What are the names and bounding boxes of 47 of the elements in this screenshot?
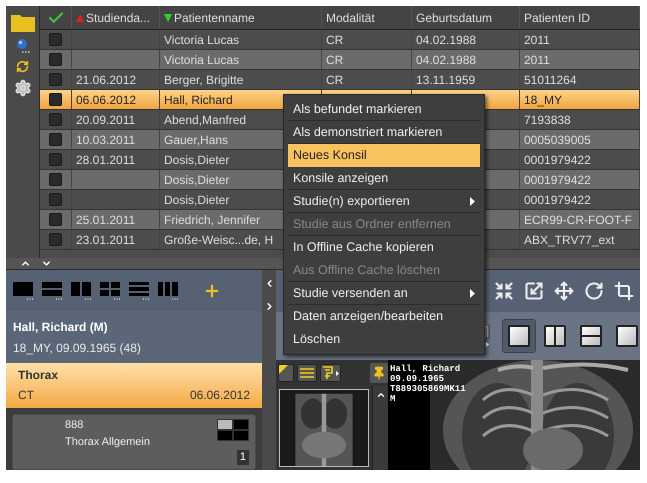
table-cell-text: 23.01.2011 (76, 232, 136, 248)
table-cell-text: 51011264 (524, 72, 576, 88)
table-cell-text: 20.09.2011 (76, 112, 136, 128)
table-cell-text: 7193838 (524, 112, 571, 128)
table-cell-text: 21.06.2012 (76, 72, 136, 88)
table-cell-text: Dosis,Dieter (164, 192, 230, 208)
table-cell-text: ECR99-CR-FOOT-F (524, 212, 632, 228)
table-cell-text: Victoria Lucas (164, 32, 240, 48)
study-date: 06.06.2012 (190, 387, 250, 404)
table-cell-text: 2011 (524, 52, 550, 68)
table-cell-text: Große-Weisc...de, H (164, 232, 274, 248)
table-cell-text: Dosis,Dieter (164, 172, 230, 188)
table-cell-text: Friedrich, Jennifer (164, 212, 260, 228)
table-cell-text: CR (326, 72, 344, 88)
table-cell-text: CR (326, 52, 344, 68)
overlay-text: T889305869MK11 (390, 384, 466, 394)
table-cell-text: 2011 (524, 32, 550, 48)
series-number: 888 (65, 418, 84, 433)
table-cell-text: Dosis,Dieter (164, 152, 230, 168)
table-cell-text: CR (326, 32, 344, 48)
table-cell-text: 04.02.1988 (416, 32, 476, 48)
table-cell-text: 18_MY (524, 92, 562, 108)
table-cell-text: 0001979422 (524, 192, 591, 208)
image-count: 1 (236, 450, 249, 465)
table-cell-text: 04.02.1988 (416, 52, 476, 68)
study-modality: CT (18, 387, 34, 404)
series-description: Thorax Allgemein (65, 434, 151, 450)
table-cell-text: 0001979422 (524, 152, 591, 168)
overlay-text: 09.09.1965 (390, 374, 446, 384)
table-cell-text: 13.11.1959 (416, 72, 476, 88)
table-cell-text: Abend,Manfred (164, 112, 246, 128)
table-cell-text: Gauer,Hans (164, 132, 228, 148)
table-cell-text: 25.01.2011 (76, 212, 136, 228)
overlay-text: M (390, 394, 396, 404)
patient-name: Hall, Richard (M) (13, 318, 109, 336)
overlay-text: Hall, Richard (390, 364, 462, 374)
table-cell-text: Berger, Brigitte (164, 72, 244, 88)
table-cell-text: ABX_TRV77_ext (524, 232, 614, 248)
table-cell-text: 10.03.2011 (76, 132, 136, 148)
table-cell-text: 06.06.2012 (76, 92, 136, 108)
table-cell-text: Victoria Lucas (164, 52, 240, 68)
patient-details: 18_MY, 09.09.1965 (48) (13, 340, 142, 357)
table-cell-text: 0005039005 (524, 132, 591, 148)
table-cell-text: Hall, Richard (164, 92, 233, 108)
study-title: Thorax (18, 367, 60, 384)
table-cell-text: 28.01.2011 (76, 152, 136, 168)
table-cell-text: 0001979422 (524, 172, 591, 188)
